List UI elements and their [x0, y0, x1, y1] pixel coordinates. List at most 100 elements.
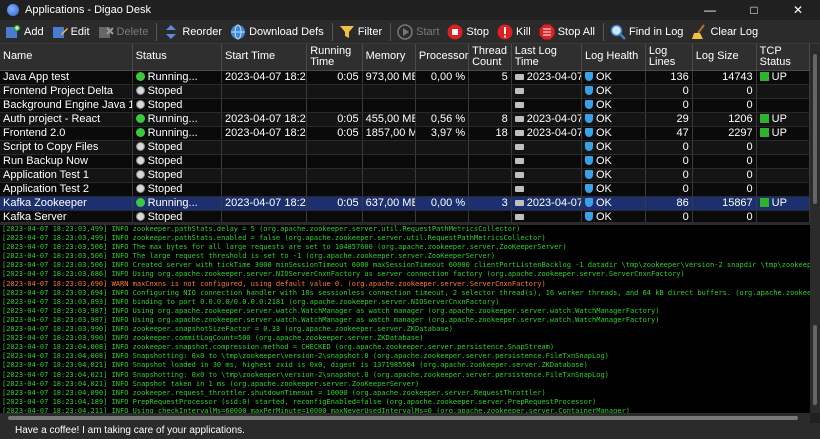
log-vertical-scrollbar-thumb[interactable] — [813, 325, 817, 405]
log-size-cell: 2297 — [692, 126, 757, 141]
log-health-cell-text: OK — [596, 140, 612, 153]
shield-icon — [585, 169, 593, 179]
delete-button[interactable]: Delete — [95, 21, 152, 43]
clear-log-label: Clear Log — [710, 25, 759, 38]
table-row[interactable]: Kafka Zookeeper Running... 2023-04-07 18:2… — [0, 196, 810, 211]
memory-cell-text: 455,00 MB — [365, 112, 416, 125]
log-health-cell-text: OK — [596, 210, 612, 223]
find-in-log-button[interactable]: Find in Log — [607, 21, 686, 43]
clear-log-button[interactable]: Clear Log — [688, 21, 761, 43]
log-file-icon — [514, 101, 524, 108]
thread-count-cell — [468, 154, 512, 169]
table-row[interactable]: Application Test 1 Stoped OK 0 0 — [0, 168, 810, 183]
log-line: [2023-04-07 18:23:04,189] INFO PrepReque… — [2, 397, 597, 406]
last-log-time-cell: 2023-04-07 18:24:49 — [511, 70, 583, 85]
minimize-icon[interactable]: — — [688, 0, 732, 20]
edit-button[interactable]: Edit — [49, 21, 93, 43]
processor-cell-text: 3,97 % — [430, 126, 466, 139]
status-cell: Stoped — [132, 154, 223, 169]
grid-scrollbar-thumb[interactable] — [813, 54, 817, 204]
stop-label: Stop — [466, 25, 490, 38]
table-row[interactable]: Background Engine Java 11 Stoped OK 0 0 — [0, 98, 810, 113]
column-header[interactable]: Name — [0, 44, 133, 71]
table-row[interactable]: Kafka Server Stoped OK 0 0 — [0, 210, 810, 222]
start-time-cell: 2023-04-07 18:22:44 — [221, 112, 308, 127]
toolbar: Add Edit Delete Reorder Download Defs Fi… — [0, 20, 820, 44]
table-row[interactable]: Application Test 2 Stoped OK 0 0 — [0, 182, 810, 197]
log-line: [2023-04-07 18:23:03,990] INFO zookeeper… — [2, 325, 453, 334]
memory-cell — [362, 210, 416, 222]
status-cell-text: Stoped — [147, 98, 183, 111]
running-time-cell — [306, 98, 363, 113]
log-lines-cell: 0 — [645, 154, 693, 169]
table-row[interactable]: Frontend 2.0 Running... 2023-04-07 18:22:4… — [0, 126, 810, 141]
log-lines-cell: 86 — [645, 196, 693, 211]
start-button[interactable]: Start — [394, 21, 442, 43]
table-row[interactable]: Frontend Project Delta Stoped OK 0 0 — [0, 84, 810, 99]
log-file-icon — [514, 115, 524, 122]
maximize-icon[interactable]: □ — [732, 0, 776, 20]
column-header[interactable]: TCP Status — [756, 44, 810, 71]
log-size-cell-text: 14743 — [722, 70, 753, 83]
table-row[interactable]: Java App test Running... 2023-04-07 18:22:… — [0, 70, 810, 85]
stop-all-button[interactable]: Stop All — [536, 21, 598, 43]
last-log-time-cell — [511, 210, 583, 222]
log-size-cell: 14743 — [692, 70, 757, 85]
log-file-icon — [514, 185, 524, 192]
start-time-cell-text: 2023-04-07 18:22:46 — [225, 126, 306, 139]
status-bar: Have a coffee! I am taking care of your … — [0, 423, 820, 439]
column-header[interactable]: Running Time — [306, 44, 363, 71]
column-header[interactable]: Status — [132, 44, 223, 71]
last-log-time-cell — [511, 182, 583, 197]
stop-button[interactable]: Stop — [444, 21, 492, 43]
running-time-cell: 0:05 — [306, 112, 363, 127]
log-panel[interactable]: [2023-04-07 18:23:03,499] INFO zookeeper… — [0, 225, 810, 413]
column-header[interactable]: Log Lines — [645, 44, 693, 71]
grid-header-row: Name Status Start Time Running Time Memory Pr… — [0, 44, 810, 71]
close-icon[interactable]: ✕ — [776, 0, 820, 20]
tcp-status-cell — [756, 98, 810, 113]
log-health-cell-text: OK — [596, 112, 612, 125]
filter-button[interactable]: Filter — [336, 21, 385, 43]
log-line: [2023-04-07 18:23:04,008] INFO zookeeper… — [2, 343, 555, 352]
tcp-status-cell-text: UP — [771, 112, 787, 125]
log-vertical-scrollbar[interactable] — [810, 225, 820, 413]
app-name-cell-text: Application Test 1 — [3, 168, 90, 181]
shield-icon — [585, 85, 593, 95]
log-lines-cell: 0 — [645, 182, 693, 197]
log-size-cell: 0 — [692, 154, 757, 169]
search-icon — [610, 24, 626, 40]
log-horizontal-scrollbar[interactable] — [0, 413, 810, 423]
start-time-cell-text: 2023-04-07 18:22:41 — [225, 70, 306, 83]
log-health-cell: OK — [581, 140, 646, 155]
kill-button[interactable]: Kill — [494, 21, 534, 43]
app-icon — [7, 4, 19, 16]
running-icon — [135, 71, 145, 81]
download-defs-button[interactable]: Download Defs — [227, 21, 327, 43]
log-horizontal-scrollbar-thumb[interactable] — [8, 416, 798, 420]
column-header[interactable]: Memory — [362, 44, 416, 71]
thread-count-cell: 5 — [468, 70, 512, 85]
delete-label: Delete — [116, 25, 149, 38]
applications-grid[interactable]: Name Status Start Time Running Time Memory Pr… — [0, 44, 810, 222]
table-row[interactable]: Auth project - React Running... 2023-04-07… — [0, 112, 810, 127]
log-health-cell: OK — [581, 126, 646, 141]
column-header[interactable]: Processor — [415, 44, 470, 71]
last-log-time-cell-text: 2023-04-07 18:23:28 — [526, 112, 582, 125]
column-header[interactable]: Thread Count — [468, 44, 512, 71]
last-log-time-cell — [511, 168, 583, 183]
memory-cell: 1857,00 MB — [362, 126, 416, 141]
grid-scrollbar[interactable] — [810, 44, 820, 222]
column-header[interactable]: Start Time — [221, 44, 308, 71]
column-header[interactable]: Last Log Time — [511, 44, 583, 71]
log-lines-cell-text: 29 — [676, 112, 689, 125]
table-row[interactable]: Script to Copy Files Stoped OK 0 0 — [0, 140, 810, 155]
last-log-time-cell — [511, 98, 583, 113]
add-button[interactable]: Add — [2, 21, 47, 43]
table-row[interactable]: Run Backup Now Stoped OK 0 0 — [0, 154, 810, 169]
column-header[interactable]: Log Size — [692, 44, 757, 71]
column-header[interactable]: Log Health — [581, 44, 646, 71]
log-line: [2023-04-07 18:23:04,008] INFO Snapshott… — [2, 352, 609, 361]
reorder-button[interactable]: Reorder — [160, 21, 225, 43]
running-time-cell-text: 0:05 — [337, 70, 359, 83]
